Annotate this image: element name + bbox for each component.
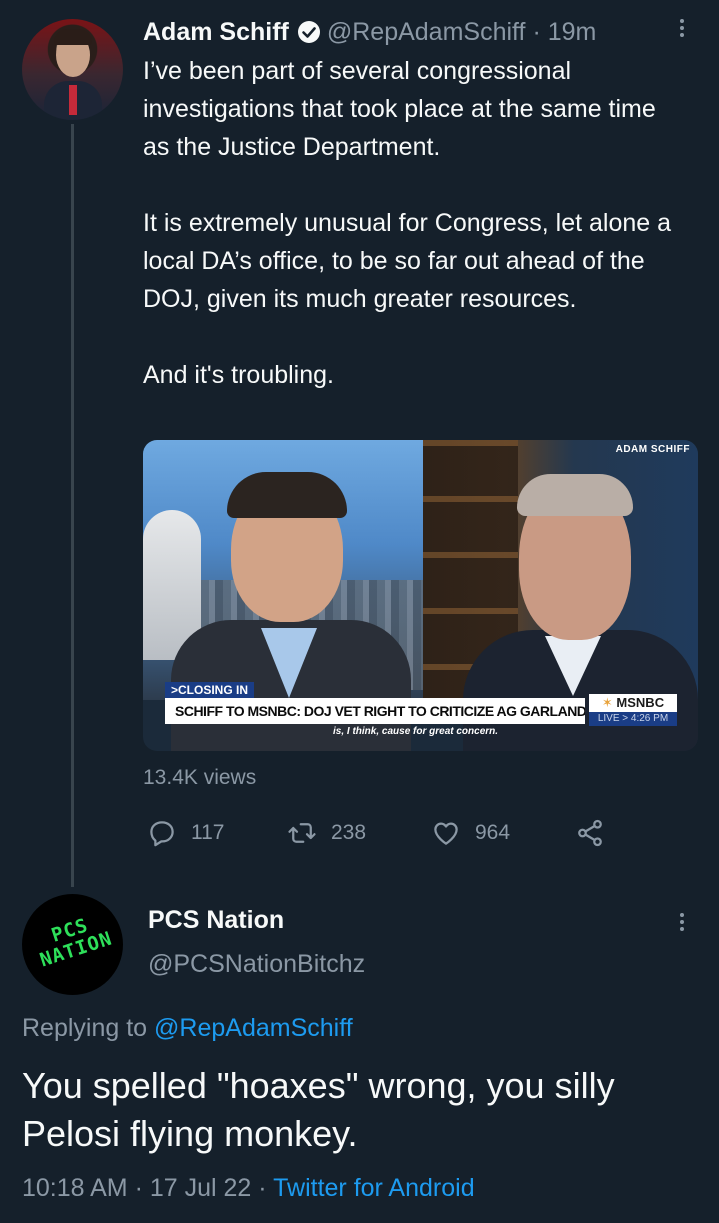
reply-body: You spelled "hoaxes" wrong, you silly Pe… — [22, 1065, 615, 1154]
meta-separator: · — [258, 1174, 267, 1202]
avatar-tie — [69, 85, 77, 115]
reply-time[interactable]: 10:18 AM — [22, 1174, 128, 1202]
tweet-header: Adam Schiff @RepAdamSchiff · 19m — [143, 14, 596, 50]
header-separator: · — [532, 17, 541, 46]
replying-to-line: Replying to @RepAdamSchiff — [22, 1014, 353, 1043]
channel-logo: ADAM SCHIFF — [615, 444, 690, 455]
reply-date[interactable]: 17 Jul 22 — [150, 1174, 251, 1202]
heart-icon — [434, 822, 458, 845]
like-button[interactable]: 964 — [431, 812, 510, 854]
tweet-paragraph: I’ve been part of several congressional … — [143, 57, 656, 161]
news-lower-third: >CLOSING IN SCHIFF TO MSNBC: DOJ VET RIG… — [165, 680, 677, 737]
author-avatar[interactable] — [22, 19, 123, 120]
reply-metadata: 10:18 AM · 17 Jul 22 · Twitter for Andro… — [22, 1174, 475, 1203]
tweet-timestamp[interactable]: 19m — [548, 18, 597, 47]
thread-connector-line — [71, 124, 74, 887]
author-handle[interactable]: @RepAdamSchiff — [327, 18, 526, 47]
anchor-hair — [227, 472, 347, 518]
retweet-icon — [288, 823, 316, 843]
share-button[interactable] — [575, 812, 619, 854]
lower-third-tag: >CLOSING IN — [165, 682, 255, 698]
verified-badge-icon — [297, 21, 320, 43]
reply-author-display-name[interactable]: PCS Nation — [148, 906, 284, 935]
replying-to-mention[interactable]: @RepAdamSchiff — [154, 1014, 353, 1042]
peacock-icon: ✶ — [601, 695, 613, 710]
retweet-button[interactable]: 238 — [287, 812, 366, 854]
live-indicator: LIVE > 4:26 PM — [589, 712, 677, 726]
reply-icon — [150, 821, 174, 847]
more-options-icon[interactable] — [670, 16, 694, 46]
pcs-nation-logo: PCS NATION — [37, 914, 115, 972]
tweet-paragraph: It is extremely unusual for Congress, le… — [143, 209, 672, 313]
reply-author-avatar[interactable]: PCS NATION — [22, 894, 123, 995]
reply-count: 117 — [191, 821, 225, 844]
like-count: 964 — [475, 821, 511, 844]
meta-separator: · — [134, 1174, 143, 1202]
reply-author-handle[interactable]: @PCSNationBitchz — [148, 950, 365, 979]
retweet-count: 238 — [331, 821, 367, 844]
view-count: 13.4K views — [143, 766, 257, 789]
reply-source-link[interactable]: Twitter for Android — [273, 1174, 474, 1202]
reply-button[interactable]: 117 — [147, 812, 224, 854]
network-logo: ✶ MSNBC — [589, 694, 677, 712]
share-icon — [578, 819, 602, 847]
video-thumbnail[interactable]: ADAM SCHIFF >CLOSING IN SCHIFF TO MSNBC:… — [143, 440, 698, 751]
replying-to-label: Replying to — [22, 1014, 148, 1042]
video-caption: is, I think, cause for great concern. — [333, 726, 499, 737]
tweet-paragraph: And it's troubling. — [143, 361, 334, 389]
avatar-hair — [54, 29, 92, 45]
guest-hair — [517, 474, 633, 516]
tweet-body: I’ve been part of several congressional … — [143, 52, 688, 394]
reply-more-options-icon[interactable] — [670, 910, 694, 940]
news-headline: SCHIFF TO MSNBC: DOJ VET RIGHT TO CRITIC… — [165, 698, 585, 724]
author-display-name[interactable]: Adam Schiff — [143, 18, 289, 47]
